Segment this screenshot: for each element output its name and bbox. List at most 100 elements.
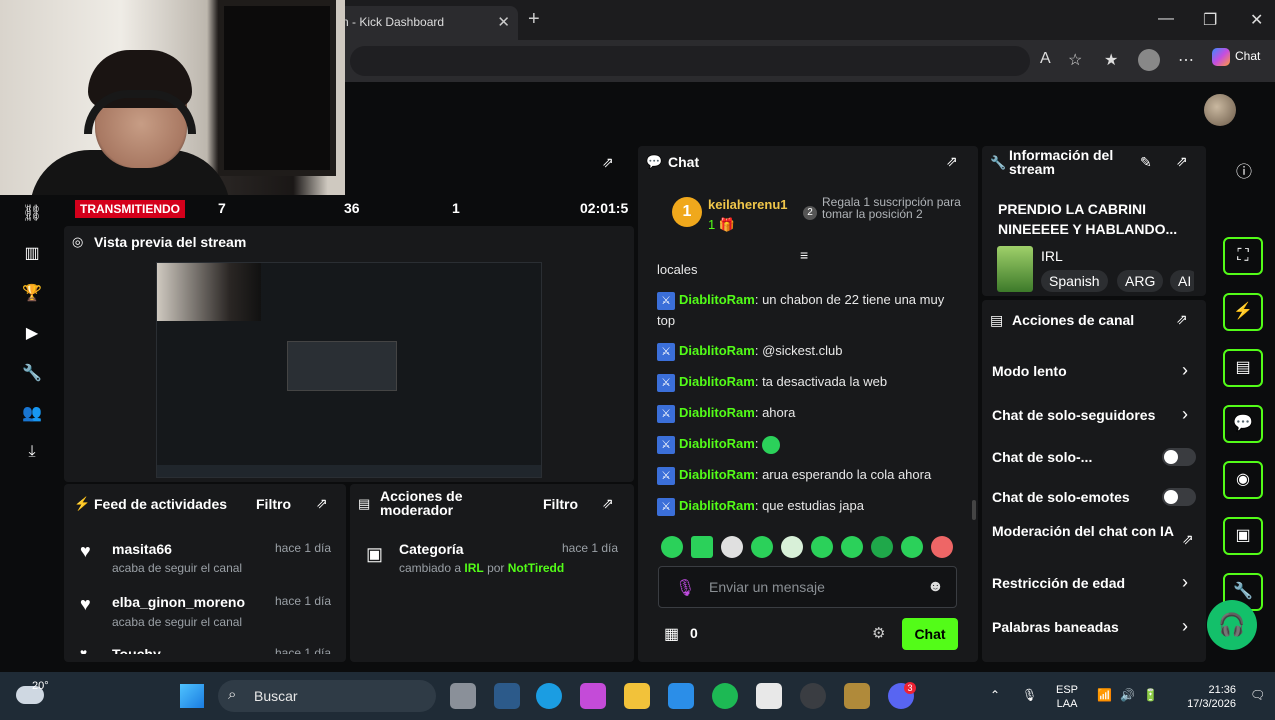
users-settings-icon[interactable]: 👥 <box>22 403 42 423</box>
feed-item-name: elba_ginon_moreno <box>112 594 246 610</box>
edge-icon[interactable] <box>536 683 562 709</box>
volume-icon[interactable]: 🔊 <box>1120 688 1135 702</box>
chevron-right-icon[interactable]: › <box>1182 616 1188 637</box>
emotes-only-toggle[interactable] <box>1162 488 1196 506</box>
preview-title: Vista previa del stream <box>94 234 247 250</box>
ms-store-icon[interactable] <box>756 683 782 709</box>
focus-icon[interactable]: ⛶ <box>1223 237 1263 275</box>
trophy-icon[interactable]: 🏆 <box>22 283 42 303</box>
store-app-icon[interactable] <box>668 683 694 709</box>
video-icon[interactable]: ▶ <box>22 323 42 343</box>
notes-icon[interactable]: ▤ <box>1223 349 1263 387</box>
tag[interactable]: AI <box>1170 270 1194 292</box>
link-icon[interactable]: ⛓ <box>22 203 42 223</box>
video-camera-icon[interactable]: ▣ <box>1223 517 1263 555</box>
browser-tab[interactable]: n - Kick Dashboard ✕ <box>330 6 518 40</box>
category-thumbnail[interactable] <box>997 246 1033 292</box>
mic-icon[interactable]: 🎙 <box>1022 688 1037 702</box>
mod-badge-icon: ⚔ <box>657 404 675 423</box>
external-link-icon[interactable]: ⇗ <box>1182 531 1194 548</box>
wrench-icon[interactable]: 🔧 <box>22 363 42 383</box>
taskbar-search[interactable]: ⌕ Buscar <box>218 680 436 712</box>
support-headset-icon[interactable]: 🎧 <box>1207 600 1257 650</box>
game-icon[interactable] <box>844 683 870 709</box>
chevron-right-icon[interactable]: › <box>1182 404 1188 425</box>
store-icon[interactable]: ▦ <box>664 624 679 644</box>
emoji-icon[interactable]: ☻ <box>927 578 944 596</box>
microphone-icon[interactable]: 🎙 <box>675 578 695 598</box>
emote-icon[interactable] <box>901 536 923 558</box>
feed-filter-button[interactable]: Filtro <box>256 496 291 512</box>
emote-icon[interactable] <box>931 536 953 558</box>
heart-icon: ♥ <box>80 594 91 614</box>
battery-icon[interactable]: 🔋 <box>1143 688 1158 702</box>
action-slow-mode[interactable]: Modo lento <box>992 363 1192 379</box>
send-chat-button[interactable]: Chat <box>902 618 958 650</box>
bolt-icon[interactable]: ⚡ <box>1223 293 1263 331</box>
popout-icon[interactable]: ⇗ <box>602 154 614 171</box>
emote-icon[interactable] <box>691 536 713 558</box>
copilot-button[interactable]: Chat <box>1212 48 1260 66</box>
action-ai-moderation[interactable]: Moderación del chat con IA <box>992 524 1182 539</box>
read-aloud-icon[interactable]: A <box>1040 50 1051 68</box>
actions-popout-icon[interactable]: ⇗ <box>1176 311 1188 328</box>
chat-scrollbar[interactable] <box>972 500 976 520</box>
close-window-icon[interactable]: ✕ <box>1250 10 1263 30</box>
subs-only-toggle[interactable] <box>1162 448 1196 466</box>
copilot-app-icon[interactable] <box>580 683 606 709</box>
obs-icon[interactable] <box>800 683 826 709</box>
new-tab-icon[interactable]: + <box>528 8 540 31</box>
address-bar[interactable] <box>350 46 1030 76</box>
favorite-star-icon[interactable]: ☆ <box>1068 50 1082 70</box>
emote-icon[interactable] <box>721 536 743 558</box>
chevron-right-icon[interactable]: › <box>1182 360 1188 381</box>
emote-icon[interactable] <box>871 536 893 558</box>
lol-icon[interactable] <box>494 683 520 709</box>
action-banned-words[interactable]: Palabras baneadas <box>992 619 1192 635</box>
task-view-icon[interactable] <box>450 683 476 709</box>
close-tab-icon[interactable]: ✕ <box>497 13 510 31</box>
info-popout-icon[interactable]: ⇗ <box>1176 153 1188 170</box>
emote-icon[interactable] <box>661 536 683 558</box>
restore-icon[interactable]: ❐ <box>1203 10 1217 30</box>
tag[interactable]: Spanish <box>1041 270 1108 292</box>
profile-icon[interactable] <box>1138 49 1160 71</box>
info-icon[interactable]: ⓘ <box>1236 158 1252 182</box>
spotify-icon[interactable] <box>712 683 738 709</box>
stream-preview-video[interactable] <box>156 262 542 478</box>
mod-popout-icon[interactable]: ⇗ <box>602 495 614 512</box>
chat-input[interactable]: 🎙 Enviar un mensaje ☻ <box>658 566 957 608</box>
notifications-icon[interactable]: 🗨 <box>1250 688 1265 702</box>
language-indicator[interactable]: ESP LAA <box>1056 683 1078 711</box>
top-user[interactable]: keilaherenu1 <box>708 197 788 212</box>
chat-settings-icon[interactable]: ⚙ <box>872 624 885 642</box>
download-icon[interactable]: ⤓ <box>22 443 42 461</box>
emote-icon[interactable] <box>781 536 803 558</box>
action-age-restriction[interactable]: Restricción de edad <box>992 575 1192 591</box>
minimize-icon[interactable]: — <box>1158 10 1174 28</box>
chevron-up-icon[interactable]: ⌃ <box>990 688 1000 702</box>
broadcast-icon[interactable]: ◉ <box>1223 461 1263 499</box>
tag[interactable]: ARG <box>1117 270 1164 292</box>
favorites-icon[interactable]: ★ <box>1104 50 1118 70</box>
mod-filter-button[interactable]: Filtro <box>543 496 578 512</box>
chevron-right-icon[interactable]: › <box>1182 572 1188 593</box>
clock[interactable]: 21:36 17/3/2026 <box>1180 683 1236 711</box>
emote-icon[interactable] <box>811 536 833 558</box>
edit-icon[interactable]: ✎ <box>1140 154 1152 171</box>
emote-icon[interactable] <box>751 536 773 558</box>
chat-bubble-icon[interactable]: 💬 <box>1223 405 1263 443</box>
action-followers-only[interactable]: Chat de solo-seguidores <box>992 407 1192 423</box>
gift-prompt[interactable]: Regala 1 suscripción para tomar la posic… <box>822 196 972 220</box>
user-avatar[interactable] <box>1204 94 1236 126</box>
category-name[interactable]: IRL <box>1041 248 1063 264</box>
emote-icon[interactable] <box>841 536 863 558</box>
start-icon[interactable] <box>180 684 204 708</box>
analytics-icon[interactable]: ▥ <box>22 243 42 263</box>
feed-popout-icon[interactable]: ⇗ <box>316 495 328 512</box>
info-title: Información del stream <box>1009 147 1114 177</box>
chat-popout-icon[interactable]: ⇗ <box>946 153 958 170</box>
wifi-icon[interactable]: 📶 <box>1097 688 1112 702</box>
explorer-icon[interactable] <box>624 683 650 709</box>
more-menu-icon[interactable]: ⋯ <box>1178 50 1194 70</box>
